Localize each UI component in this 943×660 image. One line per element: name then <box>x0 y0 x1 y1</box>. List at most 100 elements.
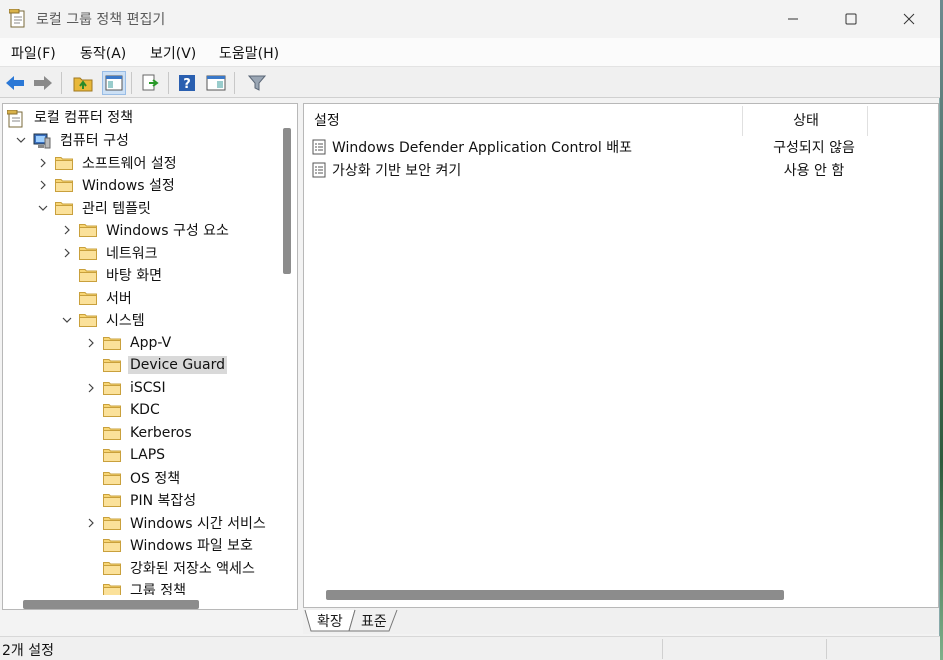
tree-pane[interactable]: 로컬 컴퓨터 정책 컴퓨터 구성소프트웨어 설정 Windows 설정관리 템플릿… <box>2 103 298 610</box>
tree-item-label: 네트워크 <box>106 245 158 262</box>
folder-icon <box>103 381 121 395</box>
folder-icon <box>103 448 121 462</box>
tree-item-label: 시스템 <box>106 313 145 329</box>
help-icon[interactable]: ? <box>176 72 198 94</box>
tree-item[interactable]: LAPS <box>85 444 167 466</box>
toolbar-separator <box>234 72 235 94</box>
column-header-setting[interactable]: 설정 <box>314 104 744 136</box>
tree-horizontal-scrollbar[interactable] <box>23 600 199 609</box>
tree-item-label: 소프트웨어 설정 <box>82 155 177 172</box>
tree-item[interactable]: 바탕 화면 <box>61 264 164 286</box>
tree-item[interactable]: Device Guard <box>85 354 228 376</box>
folder-icon <box>103 561 121 575</box>
maximize-button[interactable] <box>822 0 880 38</box>
toolbar-separator <box>131 72 132 94</box>
menu-view[interactable]: 보기(V) <box>150 43 196 63</box>
folder-icon <box>79 313 97 327</box>
column-header-state[interactable]: 상태 <box>744 104 868 136</box>
folder-icon <box>55 156 73 170</box>
toolbar-separator <box>168 72 169 94</box>
chevron-right-icon[interactable] <box>85 517 97 529</box>
close-button[interactable] <box>880 0 938 38</box>
list-item[interactable]: 가상화 기반 보안 켜기 사용 안 함 <box>312 159 932 181</box>
tree-item[interactable]: 컴퓨터 구성 <box>15 129 131 151</box>
tree-vertical-scrollbar[interactable] <box>283 128 291 274</box>
folder-icon <box>79 268 97 282</box>
svg-text:?: ? <box>183 77 191 92</box>
tab-standard[interactable]: 표준 <box>355 610 393 632</box>
tree-item[interactable]: Kerberos <box>85 422 194 444</box>
chevron-right-icon[interactable] <box>61 224 73 236</box>
chevron-down-icon[interactable] <box>61 314 73 326</box>
tree-item[interactable]: 네트워크 <box>61 242 160 264</box>
menu-bar: 파일(F) 동작(A) 보기(V) 도움말(H) <box>0 38 940 66</box>
status-bar: 2개 설정 <box>0 636 940 660</box>
menu-file[interactable]: 파일(F) <box>11 43 56 63</box>
back-arrow-icon[interactable] <box>4 72 26 94</box>
tree-item-label: Windows 설정 <box>82 178 175 194</box>
window-title: 로컬 그룹 정책 편집기 <box>36 12 166 28</box>
tree-item[interactable]: OS 정책 <box>85 467 182 489</box>
status-text: 2개 설정 <box>2 643 54 659</box>
tree-item[interactable]: App-V <box>85 332 173 354</box>
tree-item[interactable]: 서버 <box>61 287 134 309</box>
chevron-down-icon[interactable] <box>37 202 49 214</box>
folder-icon <box>55 201 73 215</box>
chevron-right-icon[interactable] <box>61 247 73 259</box>
folder-icon <box>103 538 121 552</box>
tree-item[interactable]: Windows 시간 서비스 <box>85 512 268 534</box>
tree-item-label: iSCSI <box>130 379 166 396</box>
tree-item[interactable]: 소프트웨어 설정 <box>37 152 179 174</box>
chevron-right-icon[interactable] <box>85 337 97 349</box>
tree-root[interactable]: 로컬 컴퓨터 정책 <box>6 106 135 128</box>
computer-icon <box>33 133 51 149</box>
chevron-right-icon[interactable] <box>37 157 49 169</box>
gpedit-window: 로컬 그룹 정책 편집기 파일(F) 동작(A) 보기(V) 도움말(H) ? … <box>0 0 940 660</box>
tree-item[interactable]: iSCSI <box>85 377 168 399</box>
export-list-icon[interactable] <box>139 72 161 94</box>
tree-item[interactable]: KDC <box>85 399 162 421</box>
list-item[interactable]: Windows Defender Application Control 배포 … <box>312 136 932 158</box>
title-bar[interactable]: 로컬 그룹 정책 편집기 <box>0 0 940 38</box>
tree-item[interactable]: PIN 복잡성 <box>85 489 198 511</box>
list-horizontal-scrollbar[interactable] <box>326 590 784 600</box>
status-divider <box>826 639 827 659</box>
status-divider <box>662 639 663 659</box>
chevron-down-icon[interactable] <box>15 134 27 146</box>
tree-item-label: Windows 파일 보호 <box>130 538 253 554</box>
folder-icon <box>103 336 121 350</box>
settings-list-pane[interactable]: 설정 상태 Windows Defender Application Contr… <box>303 103 939 608</box>
folder-icon <box>103 358 121 372</box>
tab-extended[interactable]: 확장 <box>311 610 349 632</box>
folder-icon <box>103 516 121 530</box>
tree-item[interactable]: 관리 템플릿 <box>37 197 153 219</box>
column-divider[interactable] <box>867 106 868 136</box>
tree-item-label: 관리 템플릿 <box>82 200 151 217</box>
setting-name: 가상화 기반 보안 켜기 <box>332 163 462 179</box>
tree-item[interactable]: 시스템 <box>61 309 147 331</box>
chevron-right-icon[interactable] <box>85 382 97 394</box>
menu-action[interactable]: 동작(A) <box>80 43 126 63</box>
menu-help[interactable]: 도움말(H) <box>219 43 279 63</box>
setting-name: Windows Defender Application Control 배포 <box>332 140 632 156</box>
minimize-button[interactable] <box>764 0 822 38</box>
properties-pane-icon[interactable] <box>205 72 227 94</box>
tree-item-label: Kerberos <box>130 424 192 441</box>
column-divider[interactable] <box>742 106 743 136</box>
policy-setting-icon <box>312 162 326 178</box>
tree-item-label: 로컬 컴퓨터 정책 <box>34 110 134 126</box>
tree-item-label-selected: Device Guard <box>128 356 228 374</box>
chevron-right-icon[interactable] <box>37 179 49 191</box>
folder-icon <box>103 403 121 417</box>
folder-icon <box>55 178 73 192</box>
folder-icon <box>103 493 121 507</box>
show-hide-tree-icon[interactable] <box>102 71 126 95</box>
toolbar: ? <box>0 66 940 98</box>
filter-icon[interactable] <box>246 72 268 94</box>
tree-item[interactable]: Windows 파일 보호 <box>85 534 255 556</box>
tree-item[interactable]: Windows 설정 <box>37 174 177 196</box>
forward-arrow-icon[interactable] <box>32 72 54 94</box>
up-folder-icon[interactable] <box>72 72 94 94</box>
tree-item[interactable]: Windows 구성 요소 <box>61 219 231 241</box>
tree-item[interactable]: 강화된 저장소 액세스 <box>85 557 257 579</box>
